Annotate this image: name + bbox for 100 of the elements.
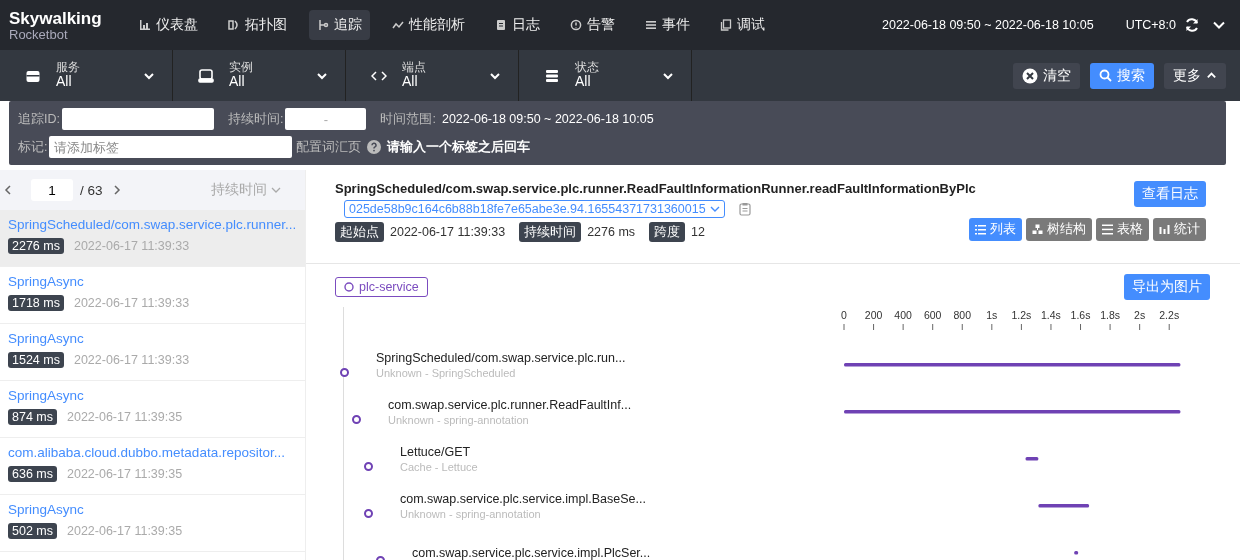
page-count: / 63 [80, 182, 103, 198]
chevron-down-icon [271, 186, 281, 194]
bars-icon [139, 19, 151, 31]
duration-badge: 636 ms [8, 466, 57, 482]
copy-icon [720, 19, 732, 31]
trace-item[interactable]: com.alibaba.cloud.dubbo.metadata.repositor... 636 ms 2022-06-17 11:39:35 [0, 438, 305, 495]
stack-icon [544, 67, 560, 84]
help-icon[interactable] [367, 140, 382, 154]
duration-badge: 2276 ms [8, 238, 64, 254]
time-range[interactable]: 2022-06-18 09:50 ~ 2022-06-18 10:05 [882, 18, 1094, 32]
tick-label: 400 [894, 309, 912, 321]
trace-endpoint: SpringAsync [8, 388, 85, 403]
trace-endpoint: SpringAsync [8, 502, 85, 517]
tag-value: 2022-06-17 11:39:33 [390, 225, 506, 239]
table-icon [1102, 224, 1113, 235]
span-node[interactable] [364, 509, 373, 518]
chevron-down-icon [709, 205, 720, 213]
stats-icon [1159, 224, 1170, 235]
tick-label: 1.4s [1041, 309, 1061, 321]
line-icon [392, 19, 404, 31]
filter-value: All [402, 74, 419, 90]
trace-endpoint: SpringAsync [8, 331, 85, 346]
tick-label: 200 [864, 309, 883, 321]
nav-tab[interactable]: 性能剖析 [384, 10, 473, 40]
nav-tab[interactable]: 拓扑图 [220, 10, 295, 40]
filter-value: All [229, 74, 246, 90]
tick-label: 1.6s [1070, 309, 1091, 321]
tree-icon [1032, 224, 1043, 235]
nav-tab[interactable]: 追踪 [309, 10, 370, 40]
tick-label: 0 [841, 309, 847, 321]
span-name: SpringScheduled/com.swap.service.plc.run... [376, 350, 626, 365]
filter-value: All [575, 74, 592, 90]
tick-label: 1.2s [1011, 309, 1032, 321]
circle-icon [344, 282, 354, 292]
tag-label: 持续时间 [519, 222, 582, 242]
tag-value: 12 [691, 225, 705, 239]
server-icon [198, 67, 214, 84]
duration-badge: 874 ms [8, 409, 57, 425]
duration-badge: 1718 ms [8, 295, 64, 311]
span-bar [1074, 551, 1079, 555]
clipboard-icon [495, 19, 507, 31]
view-tab[interactable]: 统计 [1153, 218, 1206, 241]
tag-label: 起始点 [335, 222, 384, 242]
logo-subtitle: Rocketbot [9, 27, 68, 41]
trace-time: 2022-06-17 11:39:35 [67, 524, 183, 538]
tick-label: 1.8s [1100, 309, 1120, 321]
span-node[interactable] [352, 415, 361, 424]
previous-icon[interactable] [4, 185, 12, 195]
alert-icon [570, 19, 582, 31]
trace-time: 2022-06-17 11:39:35 [67, 410, 183, 424]
duration-badge: 502 ms [8, 523, 57, 539]
trace-endpoint: com.alibaba.cloud.dubbo.metadata.repositor... [8, 445, 286, 460]
span-node[interactable] [340, 368, 349, 377]
span-type: Unknown - spring-annotation [400, 507, 542, 520]
span-name: com.swap.service.plc.runner.ReadFaultInf... [388, 397, 632, 412]
span-node[interactable] [364, 462, 373, 471]
tags-field[interactable]: 请添加标签 [49, 136, 293, 158]
refresh-icon[interactable] [1184, 17, 1200, 33]
logo-title: Skywalking [9, 9, 103, 27]
chevron-up-icon [1206, 70, 1217, 81]
page-field[interactable]: 1 [31, 179, 73, 201]
trace-item[interactable]: SpringAsync 1524 ms 2022-06-17 11:39:33 [0, 324, 305, 381]
list-icon [975, 224, 986, 235]
trace-item[interactable]: SpringAsync 502 ms 2022-06-17 11:39:35 [0, 495, 305, 552]
filter-label: 端点 [402, 61, 427, 75]
nav-tab[interactable]: 事件 [637, 10, 698, 40]
trace-id-field[interactable] [62, 108, 214, 130]
tick-label: 2s [1134, 309, 1146, 321]
trace-icon [317, 19, 329, 31]
trace-title: SpringScheduled/com.swap.service.plc.runner.ReadFaultInformationRunner.readFaultInformationByPlc [335, 181, 976, 196]
clear-button[interactable]: 清空 [1013, 62, 1080, 89]
span-name: Lettuce/GET [400, 444, 472, 459]
filter-label: 服务 [56, 61, 81, 75]
filter-label: 实例 [229, 61, 254, 75]
span-name: com.swap.service.plc.service.impl.BaseSe... [400, 491, 646, 506]
field-label: 时间范围: [380, 110, 436, 128]
nav-tab[interactable]: 告警 [562, 10, 623, 40]
config-link[interactable]: 配置词汇页 [296, 138, 362, 156]
next-icon[interactable] [112, 185, 121, 195]
trace-item[interactable]: SpringAsync 1718 ms 2022-06-17 11:39:33 [0, 267, 305, 324]
view-tab[interactable]: 表格 [1096, 218, 1149, 241]
tick-label: 600 [923, 309, 942, 321]
nav-tab[interactable]: 仪表盘 [131, 10, 206, 40]
more-button[interactable]: 更多 [1164, 62, 1226, 89]
clipboard-icon[interactable] [738, 202, 751, 216]
tick-label: 800 [953, 309, 972, 321]
timezone: UTC+8:0 [1125, 18, 1176, 32]
nav-tab[interactable]: 调试 [712, 10, 773, 40]
filter-label: 状态 [575, 61, 600, 75]
field-label: 追踪ID: [18, 110, 60, 128]
trace-item[interactable]: SpringScheduled/com.swap.service.plc.runner... 2276 ms 2022-06-17 11:39:33 [0, 210, 305, 267]
close-icon [1022, 67, 1038, 84]
trace-item[interactable]: SpringAsync 874 ms 2022-06-17 11:39:35 [0, 381, 305, 438]
trace-endpoint: SpringScheduled/com.swap.service.plc.runner... [8, 217, 298, 232]
topology-icon [228, 19, 240, 31]
list-icon [645, 19, 657, 31]
span-type: Unknown - spring-annotation [388, 413, 530, 426]
field-label: 标记: [18, 138, 48, 156]
nav-tab[interactable]: 日志 [487, 10, 548, 40]
view-tab[interactable]: 树结构 [1026, 218, 1092, 241]
